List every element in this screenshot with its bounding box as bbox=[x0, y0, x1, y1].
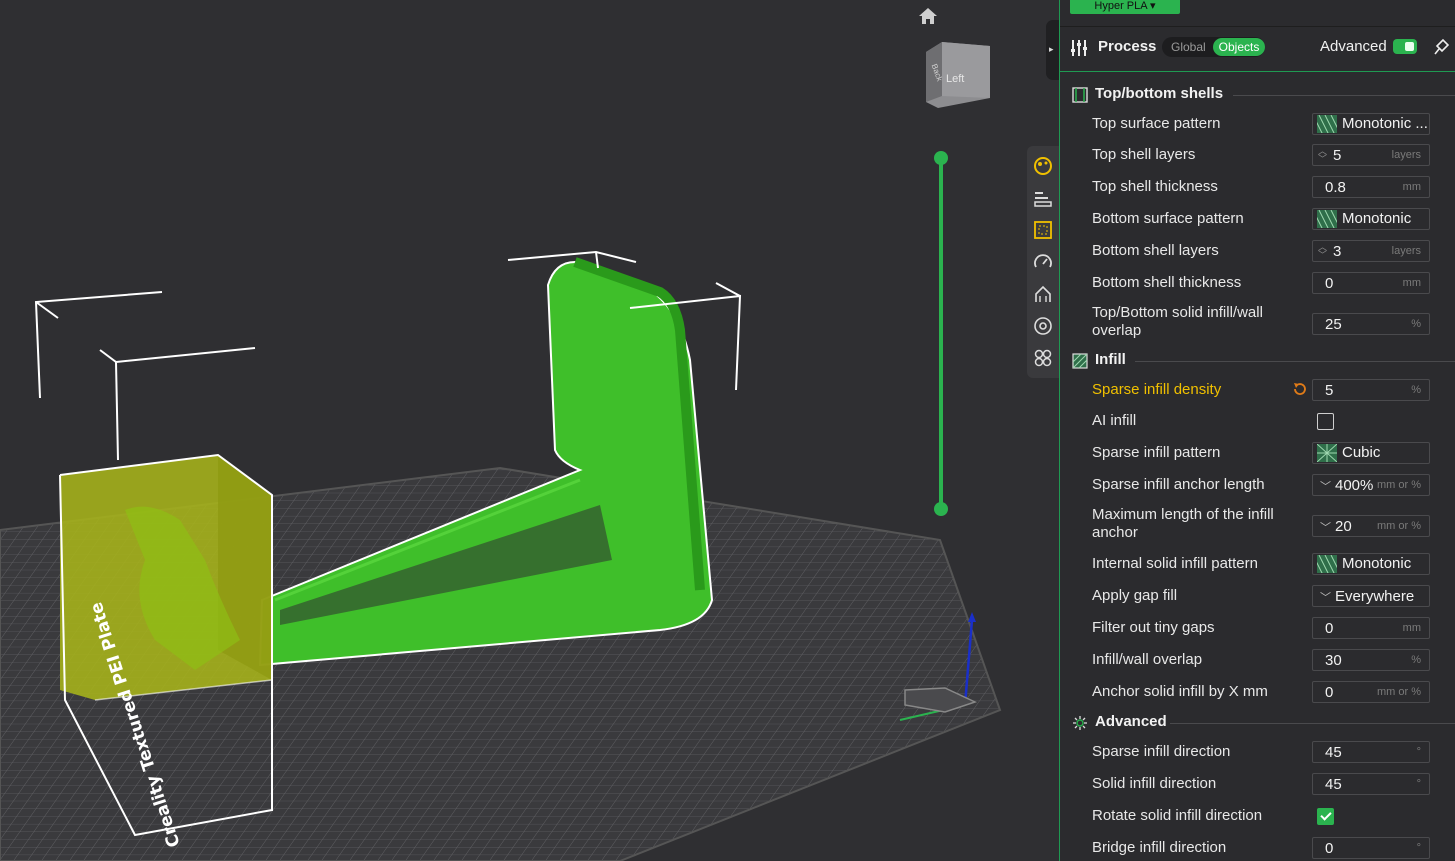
multimaterial-icon[interactable] bbox=[1033, 316, 1053, 336]
infill-wall-overlap-input[interactable]: 30 % bbox=[1312, 649, 1430, 671]
setting-label: Bottom surface pattern bbox=[1092, 210, 1244, 227]
green-model[interactable] bbox=[258, 257, 714, 667]
setting-label: Top surface pattern bbox=[1092, 115, 1221, 132]
setting-label: Sparse infill anchor length bbox=[1092, 476, 1265, 493]
divider bbox=[1170, 723, 1455, 724]
top-surface-pattern-select[interactable]: Monotonic ... bbox=[1312, 113, 1430, 135]
filament-selector[interactable]: Hyper PLA ▾ bbox=[1070, 0, 1180, 14]
setting-label: Sparse infill pattern bbox=[1092, 444, 1221, 461]
chevron-right-icon: ▸ bbox=[1049, 44, 1054, 54]
chevron-down-icon[interactable]: ﹀ bbox=[1320, 478, 1331, 494]
support-icon[interactable] bbox=[1033, 284, 1053, 304]
setting-label: Top shell thickness bbox=[1092, 178, 1218, 195]
section-infill: Infill bbox=[1060, 348, 1455, 372]
section-advanced: Advanced bbox=[1060, 710, 1455, 734]
setting-label: Infill/wall overlap bbox=[1092, 651, 1203, 668]
collapse-panel-button[interactable]: ▸ bbox=[1046, 20, 1060, 80]
solid-infill-overlap-input[interactable]: 25 % bbox=[1312, 313, 1430, 335]
anchor-solid-infill-input[interactable]: 0 mm or % bbox=[1312, 681, 1430, 703]
max-infill-anchor-combo[interactable]: ﹀ 20 mm or % bbox=[1312, 515, 1430, 537]
shells-icon bbox=[1072, 87, 1088, 103]
setting-label: Solid infill direction bbox=[1092, 775, 1217, 792]
process-header: Process Global Objects Advanced bbox=[1060, 26, 1455, 72]
reset-icon[interactable] bbox=[1292, 381, 1308, 397]
scope-toggle[interactable]: Global Objects bbox=[1162, 37, 1265, 57]
setting-label: Maximum length of the infill anchor bbox=[1092, 506, 1274, 541]
process-sliders-icon bbox=[1071, 40, 1087, 56]
advanced-toggle[interactable] bbox=[1393, 39, 1417, 54]
sparse-infill-direction-input[interactable]: 45 ° bbox=[1312, 741, 1430, 763]
setting-label: Apply gap fill bbox=[1092, 587, 1178, 604]
view-cube-left-face[interactable]: Left bbox=[946, 73, 964, 85]
setting-label: Filter out tiny gaps bbox=[1092, 619, 1215, 636]
scope-objects-option[interactable]: Objects bbox=[1213, 38, 1265, 56]
setting-label: Anchor solid infill by X mm bbox=[1092, 683, 1268, 700]
setting-label: Rotate solid infill direction bbox=[1092, 807, 1263, 824]
pattern-monotonic-icon bbox=[1317, 115, 1337, 133]
bottom-shell-thickness-input[interactable]: 0 mm bbox=[1312, 272, 1430, 294]
pattern-monotonic-icon bbox=[1317, 210, 1337, 228]
ai-infill-checkbox[interactable] bbox=[1317, 413, 1334, 430]
pin-icon[interactable] bbox=[1434, 38, 1450, 56]
top-shell-layers-input[interactable]: ︿ ﹀ 5 layers bbox=[1312, 144, 1430, 166]
bridge-infill-direction-input[interactable]: 0 ° bbox=[1312, 837, 1430, 859]
bottom-surface-pattern-select[interactable]: Monotonic bbox=[1312, 208, 1430, 230]
section-title: Advanced bbox=[1095, 713, 1167, 730]
chevron-down-icon[interactable]: ﹀ bbox=[1320, 589, 1331, 605]
top-shell-thickness-input[interactable]: 0.8 mm bbox=[1312, 176, 1430, 198]
setting-label: Top shell layers bbox=[1092, 146, 1196, 163]
solid-infill-direction-input[interactable]: 45 ° bbox=[1312, 773, 1430, 795]
process-title: Process bbox=[1098, 38, 1157, 55]
divider bbox=[1135, 361, 1455, 362]
setting-label: Top/Bottom solid infill/wall overlap bbox=[1092, 304, 1263, 339]
infill-category-icon[interactable] bbox=[1033, 220, 1053, 240]
home-icon[interactable] bbox=[917, 6, 939, 26]
section-title: Top/bottom shells bbox=[1095, 85, 1224, 102]
setting-label: Sparse infill density bbox=[1092, 381, 1222, 398]
quality-icon[interactable] bbox=[1033, 156, 1053, 176]
settings-category-toolbar bbox=[1027, 146, 1059, 378]
sparse-infill-anchor-length-combo[interactable]: ﹀ 400% mm or % bbox=[1312, 474, 1430, 496]
strength-icon[interactable] bbox=[1033, 188, 1053, 208]
speed-icon[interactable] bbox=[1033, 252, 1053, 272]
advanced-label: Advanced bbox=[1320, 38, 1387, 55]
rotate-solid-infill-checkbox[interactable] bbox=[1317, 808, 1334, 825]
layer-slider-bottom-handle[interactable] bbox=[934, 502, 948, 516]
settings-panel: Hyper PLA ▾ Process Global Objects Advan… bbox=[1059, 0, 1455, 861]
divider bbox=[1233, 95, 1455, 96]
layer-slider-top-handle[interactable] bbox=[934, 151, 948, 165]
sparse-infill-pattern-select[interactable]: Cubic bbox=[1312, 442, 1430, 464]
layer-slider[interactable] bbox=[930, 150, 952, 520]
section-top-bottom-shells: Top/bottom shells bbox=[1060, 82, 1455, 106]
setting-label: AI infill bbox=[1092, 412, 1137, 429]
advanced-icon bbox=[1073, 716, 1087, 730]
scene-canvas[interactable]: Creality Textured PEI Plate bbox=[0, 0, 1060, 861]
apply-gap-fill-select[interactable]: ﹀ Everywhere bbox=[1312, 585, 1430, 607]
chevron-down-icon[interactable]: ﹀ bbox=[1320, 519, 1331, 535]
pattern-cubic-icon bbox=[1317, 444, 1337, 462]
setting-label: Bridge infill direction bbox=[1092, 839, 1227, 856]
internal-solid-infill-pattern-select[interactable]: Monotonic bbox=[1312, 553, 1430, 575]
setting-label: Sparse infill direction bbox=[1092, 743, 1231, 760]
others-icon[interactable] bbox=[1033, 348, 1053, 368]
setting-label: Bottom shell layers bbox=[1092, 242, 1219, 259]
sparse-infill-density-input[interactable]: 5 % bbox=[1312, 379, 1430, 401]
scope-global-option[interactable]: Global bbox=[1171, 40, 1206, 54]
section-title: Infill bbox=[1095, 351, 1126, 368]
spin-arrows-icon[interactable]: ︿ ﹀ bbox=[1318, 147, 1327, 164]
setting-label: Bottom shell thickness bbox=[1092, 274, 1242, 291]
bottom-shell-layers-input[interactable]: ︿ ﹀ 3 layers bbox=[1312, 240, 1430, 262]
infill-icon bbox=[1072, 353, 1088, 369]
filter-tiny-gaps-input[interactable]: 0 mm bbox=[1312, 617, 1430, 639]
pattern-monotonic-icon bbox=[1317, 555, 1337, 573]
setting-label: Internal solid infill pattern bbox=[1092, 555, 1258, 572]
spin-arrows-icon[interactable]: ︿ ﹀ bbox=[1318, 243, 1327, 260]
3d-viewport[interactable]: Creality Textured PEI Plate Left Back ▸ bbox=[0, 0, 1060, 861]
